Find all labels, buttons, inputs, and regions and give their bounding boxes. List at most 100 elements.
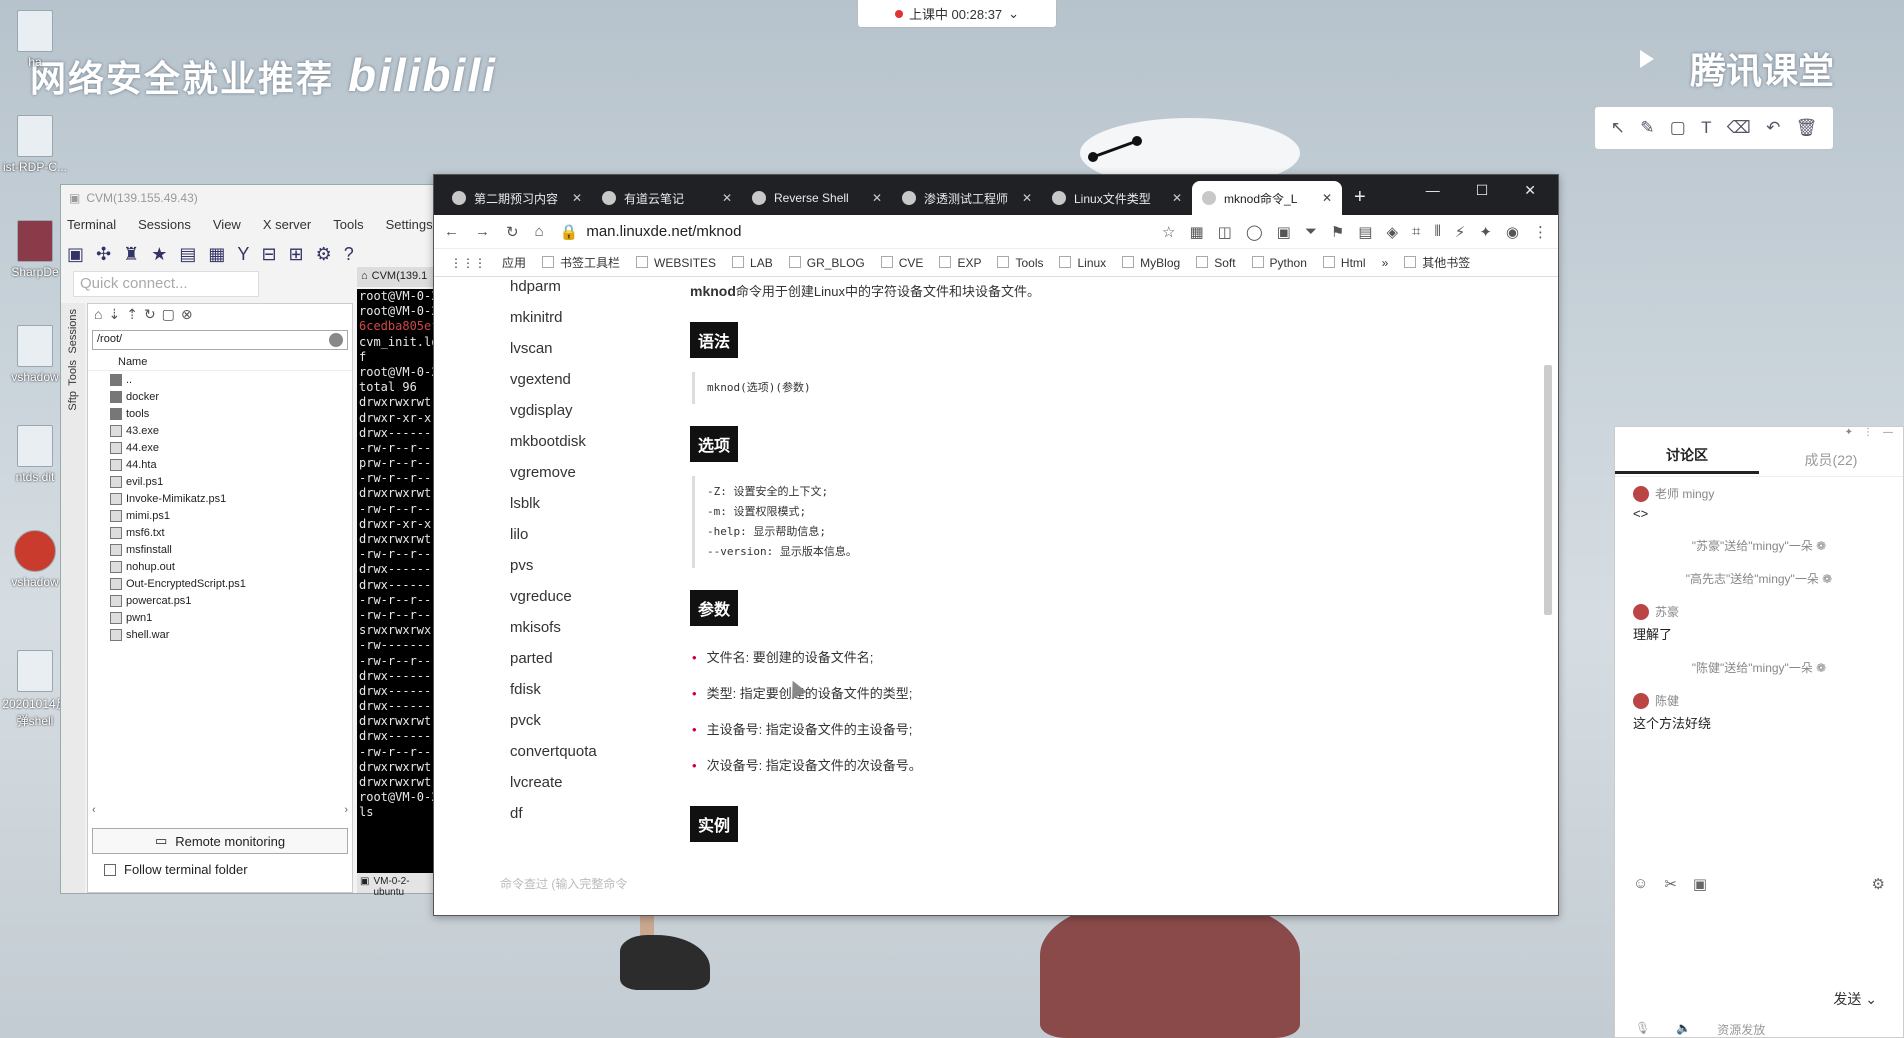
command-link[interactable]: hdparm — [510, 277, 650, 308]
view-icon[interactable]: ▦ — [208, 244, 225, 265]
delete-icon[interactable]: ⊗ — [181, 306, 193, 326]
servers-icon[interactable]: ✣ — [96, 244, 111, 265]
quick-connect-input[interactable]: Quick connect... — [73, 271, 259, 297]
extension-icon[interactable]: ▦ — [1189, 223, 1203, 241]
menu-tools[interactable]: Tools — [333, 217, 363, 232]
terminal-output[interactable]: root@VM-0-2-ubuntroot@VM-0-2-ubunt6cedba… — [357, 289, 441, 893]
scissors-icon[interactable]: ✂ — [1664, 875, 1677, 893]
checkbox[interactable] — [104, 863, 116, 876]
browser-tab[interactable]: Reverse Shell ✕ — [742, 181, 892, 215]
shape-tool-icon[interactable]: ▢ — [1670, 118, 1686, 138]
file-row[interactable]: nohup.out — [88, 558, 352, 575]
minimize-icon[interactable]: — — [1883, 427, 1893, 443]
command-link[interactable]: convertquota — [510, 742, 650, 773]
bookmark-folder[interactable]: MyBlog — [1122, 256, 1180, 270]
menu-settings[interactable]: Settings — [386, 217, 433, 232]
file-row[interactable]: .. — [88, 371, 352, 388]
extension-icon[interactable]: ⌗ — [1412, 223, 1420, 241]
download-icon[interactable]: ⇣ — [108, 306, 120, 326]
close-tab-icon[interactable]: ✕ — [872, 191, 882, 205]
speaker-icon[interactable]: 🔈 — [1676, 1021, 1691, 1038]
command-link[interactable]: mkbootdisk — [510, 432, 650, 463]
command-link[interactable]: parted — [510, 649, 650, 680]
file-row[interactable]: mimi.ps1 — [88, 507, 352, 524]
command-link[interactable]: lsblk — [510, 494, 650, 525]
new-file-icon[interactable]: ▢ — [162, 306, 175, 326]
apps-icon[interactable]: ⋮⋮⋮ — [450, 256, 486, 270]
command-link[interactable]: fdisk — [510, 680, 650, 711]
command-link[interactable]: lvscan — [510, 339, 650, 370]
bookmark-folder[interactable]: WEBSITES — [636, 256, 716, 270]
command-link[interactable]: mkinitrd — [510, 308, 650, 339]
menu-x-server[interactable]: X server — [263, 217, 311, 232]
settings-icon[interactable]: ⚙ — [1872, 875, 1885, 893]
scrollbar-thumb[interactable] — [1544, 365, 1552, 615]
close-tab-icon[interactable]: ✕ — [572, 191, 582, 205]
bookmark-folder[interactable]: Python — [1252, 256, 1307, 270]
session-status-tab[interactable]: ▣ VM-0-2-ubuntu — [357, 873, 441, 898]
file-row[interactable]: pwn1 — [88, 609, 352, 626]
pin-icon[interactable]: ✦ — [1845, 427, 1853, 443]
close-tab-icon[interactable]: ✕ — [1322, 191, 1332, 205]
command-link[interactable]: pvck — [510, 711, 650, 742]
browser-tab-active[interactable]: mknod命令_L ✕ — [1192, 181, 1342, 215]
class-recording-status[interactable]: 上课中 00:28:37 ⌄ — [857, 0, 1057, 28]
tab-discussion[interactable]: 讨论区 — [1615, 445, 1759, 474]
reload-icon[interactable]: ↻ — [506, 223, 519, 241]
extension-icon[interactable]: ⚡ — [1455, 223, 1466, 241]
parent-folder-icon[interactable]: ⌂ — [94, 306, 102, 326]
scroll-right-icon[interactable]: › — [344, 804, 348, 818]
desktop-icon[interactable]: ist-RDP-C... — [0, 115, 70, 174]
other-bookmarks[interactable]: 其他书签 — [1404, 254, 1470, 271]
extension-icon[interactable]: ◈ — [1386, 223, 1398, 241]
file-row[interactable]: Out-EncryptedScript.ps1 — [88, 575, 352, 592]
bookmark-apps[interactable]: 应用 — [502, 254, 526, 271]
profile-avatar[interactable]: ◉ — [1506, 223, 1519, 241]
url-input[interactable]: 🔒 man.linuxde.net/mknod — [560, 219, 1050, 245]
file-row[interactable]: 44.hta — [88, 456, 352, 473]
bookmark-folder[interactable]: GR_BLOG — [789, 256, 865, 270]
tab-members[interactable]: 成员(22) — [1759, 450, 1903, 470]
tools-icon[interactable]: ♜ — [123, 244, 139, 265]
command-link[interactable]: df — [510, 804, 650, 835]
command-link[interactable]: vgdisplay — [510, 401, 650, 432]
menu-view[interactable]: View — [213, 217, 241, 232]
command-link[interactable]: pvs — [510, 556, 650, 587]
extension-icon[interactable]: ⏷ — [1305, 223, 1317, 241]
menu-terminal[interactable]: Terminal — [67, 217, 116, 232]
maximize-icon[interactable]: ☐ — [1476, 182, 1489, 199]
extension-icon[interactable]: ▣ — [1277, 223, 1291, 241]
bookmark-folder[interactable]: Html — [1323, 256, 1366, 270]
browser-tab[interactable]: 有道云笔记 ✕ — [592, 181, 742, 215]
more-icon[interactable]: ⋮ — [1863, 427, 1873, 443]
command-link[interactable]: mkisofs — [510, 618, 650, 649]
sidebar-tab-tools[interactable]: Tools — [67, 360, 79, 386]
close-icon[interactable]: ✕ — [1524, 182, 1536, 199]
command-link[interactable]: lilo — [510, 525, 650, 556]
command-link[interactable]: vgremove — [510, 463, 650, 494]
remote-monitoring-button[interactable]: ▭ Remote monitoring — [92, 828, 348, 854]
file-row[interactable]: evil.ps1 — [88, 473, 352, 490]
undo-icon[interactable]: ↶ — [1766, 118, 1780, 138]
emoji-icon[interactable]: ☺ — [1633, 875, 1648, 893]
help-icon[interactable]: ? — [344, 244, 354, 265]
bookmark-folder[interactable]: LAB — [732, 256, 773, 270]
file-row[interactable]: docker — [88, 388, 352, 405]
forward-icon[interactable]: → — [475, 223, 490, 240]
file-row[interactable]: msfinstall — [88, 541, 352, 558]
file-row[interactable]: powercat.ps1 — [88, 592, 352, 609]
eraser-tool-icon[interactable]: ⌫ — [1727, 118, 1751, 138]
refresh-icon[interactable]: ↻ — [144, 306, 156, 326]
games-icon[interactable]: ★ — [151, 244, 167, 265]
horizontal-scrollbar[interactable]: ‹ › — [92, 804, 348, 818]
check-icon[interactable] — [329, 333, 343, 347]
command-link[interactable]: lvcreate — [510, 773, 650, 804]
path-input[interactable]: /root/ — [92, 330, 348, 350]
session-icon[interactable]: ▣ — [67, 244, 84, 265]
send-button[interactable]: 发送 ⌄ — [1833, 989, 1877, 1009]
text-tool-icon[interactable]: T — [1701, 118, 1711, 138]
name-column-header[interactable]: Name — [88, 352, 352, 371]
back-icon[interactable]: ← — [444, 223, 459, 240]
extension-icon[interactable]: ▤ — [1358, 223, 1372, 241]
tunneling-icon[interactable]: ⊞ — [289, 244, 304, 265]
